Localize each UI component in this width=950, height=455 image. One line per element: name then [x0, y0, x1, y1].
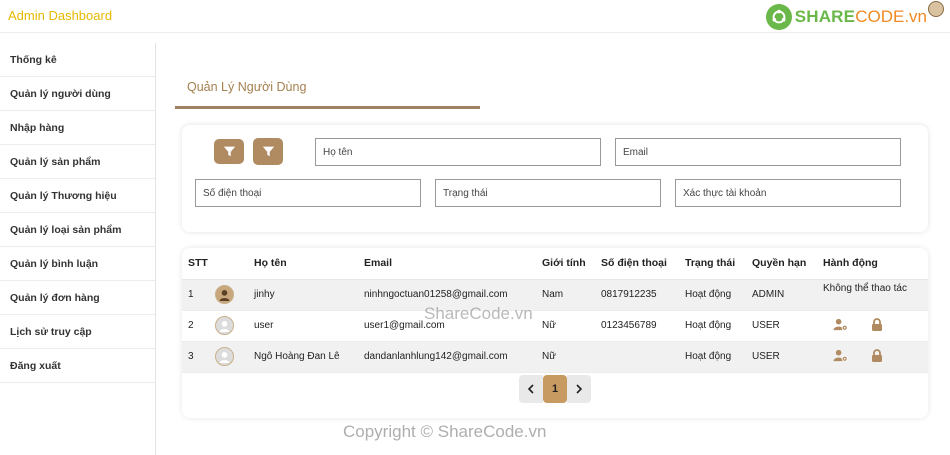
cell-email: dandanlanhlung142@gmail.com — [364, 341, 542, 373]
sidebar-item-orders[interactable]: Quản lý đơn hàng — [0, 281, 155, 315]
users-table: STT Họ tên Email Giới tính Số điện thoại… — [182, 248, 928, 373]
cell-status: Hoạt động — [685, 279, 752, 311]
phone-filter-input[interactable]: Số điện thoại — [195, 179, 421, 207]
filter-panel: Họ tên Email Số điện thoại Trạng thái Xá… — [182, 125, 928, 232]
col-stt: STT — [182, 248, 215, 280]
cell-phone: 0123456789 — [601, 310, 685, 342]
pagination: 1 — [519, 375, 591, 403]
avatar — [215, 316, 234, 335]
col-phone: Số điện thoại — [601, 248, 685, 280]
name-filter-input[interactable]: Họ tên — [315, 138, 601, 166]
app-title[interactable]: Admin Dashboard — [8, 8, 112, 23]
watermark-center: ShareCode.vn — [424, 304, 533, 323]
filter-icon — [262, 146, 274, 157]
logo-text-share: SHARE — [794, 7, 856, 26]
cell-gender: Nữ — [542, 310, 601, 342]
chevron-left-icon — [527, 384, 534, 394]
user-settings-icon[interactable] — [833, 318, 848, 334]
cell-name: Ngô Hoàng Đan Lê — [254, 341, 364, 373]
cell-phone: 0817912235 — [601, 279, 685, 311]
sidebar-item-categories[interactable]: Quản lý loại sản phẩm — [0, 213, 155, 247]
title-underline — [175, 106, 480, 109]
sidebar-item-comments[interactable]: Quản lý bình luận — [0, 247, 155, 281]
email-filter-input[interactable]: Email — [615, 138, 901, 166]
table-row: 3 Ngô Hoàng Đan Lê dandanlanhlung142@gma… — [182, 341, 928, 373]
avatar — [215, 285, 234, 304]
col-gender: Giới tính — [542, 248, 601, 280]
sidebar-item-users[interactable]: Quản lý người dùng — [0, 77, 155, 111]
prev-page-button[interactable] — [519, 375, 543, 403]
cell-stt: 2 — [182, 310, 215, 342]
cell-status: Hoạt động — [685, 310, 752, 342]
col-role: Quyền hạn — [752, 248, 823, 280]
page-title: Quản Lý Người Dùng — [187, 80, 307, 94]
filter-clear-icon — [223, 146, 236, 157]
cell-status: Hoạt động — [685, 341, 752, 373]
user-settings-icon[interactable] — [833, 349, 848, 365]
cell-name: jinhy — [254, 279, 364, 311]
cell-gender: Nữ — [542, 341, 601, 373]
status-filter-select[interactable]: Trạng thái — [435, 179, 661, 207]
col-name: Họ tên — [254, 248, 364, 280]
cell-action-note: Không thể thao tác — [823, 279, 928, 311]
lock-icon[interactable] — [871, 317, 883, 334]
col-status: Trạng thái — [685, 248, 752, 280]
sidebar-item-brands[interactable]: Quản lý Thương hiệu — [0, 179, 155, 213]
sidebar-item-logout[interactable]: Đăng xuất — [0, 349, 155, 383]
table-header-row: STT Họ tên Email Giới tính Số điện thoại… — [182, 248, 928, 280]
sidebar: Thống kê Quản lý người dùng Nhập hàng Qu… — [0, 43, 156, 455]
sidebar-item-products[interactable]: Quản lý sản phẩm — [0, 145, 155, 179]
lock-icon[interactable] — [871, 348, 883, 365]
col-actions: Hành động — [823, 248, 928, 280]
sidebar-item-import[interactable]: Nhập hàng — [0, 111, 155, 145]
verify-filter-select[interactable]: Xác thực tài khoản — [675, 179, 901, 207]
sidebar-item-statistics[interactable]: Thống kê — [0, 43, 155, 77]
cell-phone — [601, 341, 685, 373]
cell-name: user — [254, 310, 364, 342]
watermark-footer: Copyright © ShareCode.vn — [343, 422, 547, 441]
apply-filter-button[interactable] — [253, 138, 283, 165]
main-content: Quản Lý Người Dùng Họ tên Email Số điện … — [157, 33, 950, 455]
top-bar: Admin Dashboard SHARE CODE.vn — [0, 0, 950, 33]
cell-role: USER — [752, 310, 823, 342]
mascot-icon — [928, 1, 944, 17]
table-row: 2 user user1@gmail.com Nữ 0123456789 Hoạ… — [182, 310, 928, 342]
next-page-button[interactable] — [567, 375, 591, 403]
logo-mark-icon — [765, 4, 792, 30]
col-email: Email — [364, 248, 542, 280]
chevron-right-icon — [576, 384, 583, 394]
cell-stt: 3 — [182, 341, 215, 373]
cell-role: ADMIN — [752, 279, 823, 311]
table-row: 1 jinhy ninhngoctuan01258@gmail.com Nam … — [182, 279, 928, 311]
avatar — [215, 347, 234, 366]
clear-filter-button[interactable] — [214, 139, 244, 164]
logo-text-code: CODE.vn — [855, 7, 927, 26]
sidebar-item-access-history[interactable]: Lịch sử truy cập — [0, 315, 155, 349]
cell-stt: 1 — [182, 279, 215, 311]
page-button-current[interactable]: 1 — [543, 375, 567, 403]
cell-gender: Nam — [542, 279, 601, 311]
col-avatar — [215, 248, 254, 280]
cell-role: USER — [752, 341, 823, 373]
sharecode-logo: SHARE CODE.vn — [765, 1, 944, 30]
